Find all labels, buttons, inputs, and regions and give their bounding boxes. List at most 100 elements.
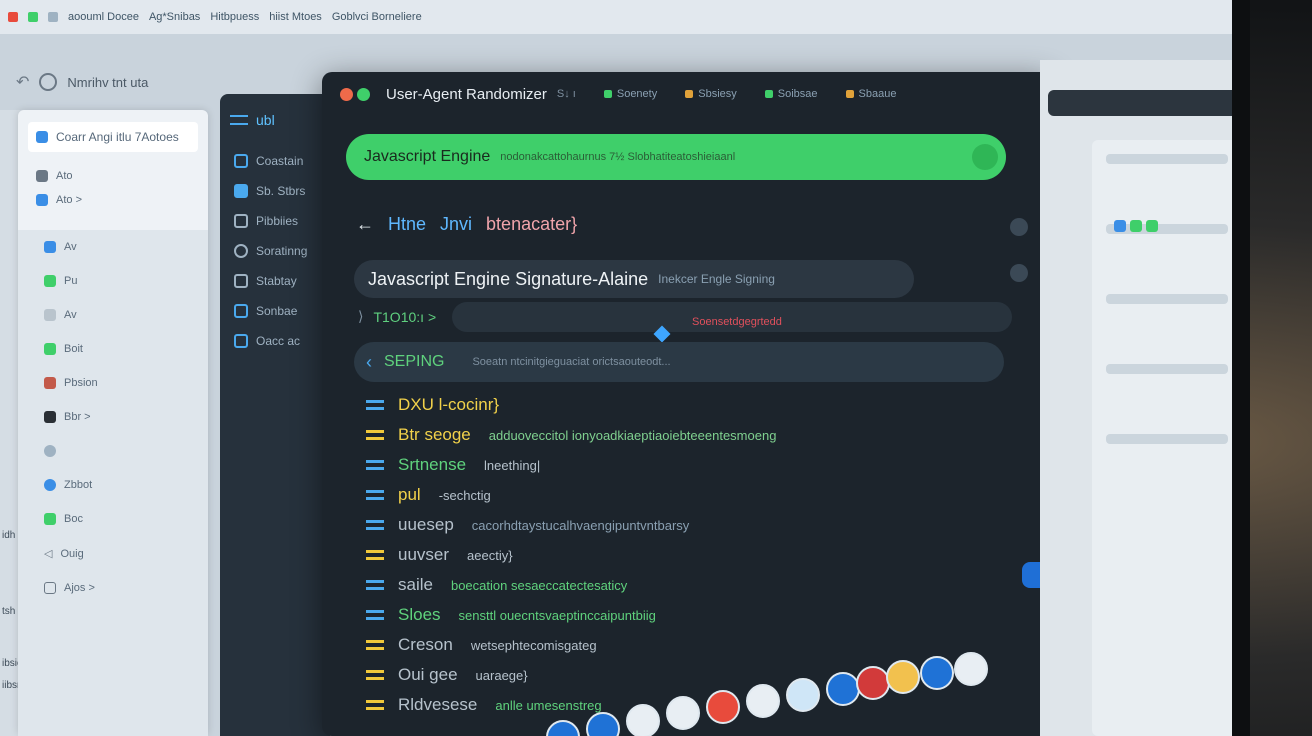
check-icon[interactable] [972,144,998,170]
finder-side-item-3[interactable]: Boit [18,332,208,366]
finder-search[interactable]: Coarr Angi itlu 7Aotoes [28,122,198,152]
mail-icon[interactable] [920,656,954,690]
minimize-button[interactable] [357,87,370,101]
share-icon [44,241,56,253]
folder-icon [36,170,48,182]
finder-side-item-1[interactable]: Pu [18,264,208,298]
app-menu-icon[interactable] [28,12,38,22]
status-icon [603,90,612,98]
list-icon [366,580,384,590]
app-icon[interactable] [826,672,860,706]
finder-side-item-8[interactable]: Boc [18,502,208,536]
globe-icon[interactable] [786,678,820,712]
chevron-left-icon[interactable]: ‹ [366,352,372,373]
share-icon [44,275,56,287]
finder-side-label: Av [64,241,77,253]
settings-icon[interactable] [954,652,988,686]
toolbar-item-0[interactable]: Soenety [603,88,658,100]
settings-icon[interactable] [1010,218,1028,236]
close-button[interactable] [340,87,353,101]
finder-side-item-10[interactable]: Ajos > [18,571,208,605]
right-search-pill[interactable] [1048,90,1232,116]
nav-item-0[interactable]: Coastain [220,146,330,176]
os-title-0[interactable]: aoouml Docee [68,11,139,23]
photos-icon[interactable] [666,696,700,730]
expand-icon[interactable]: ⟩ [358,308,363,325]
placeholder-bar [1106,364,1228,374]
toolbar-item-1[interactable]: Sbsiesy [685,88,737,100]
left-edge-label-0: idh [2,530,16,541]
finder-top-item-label: Ato [56,170,73,182]
list-item[interactable]: Srtnense lneething| [366,450,1026,480]
undo-icon[interactable]: ↶ [16,72,29,92]
os-title-2[interactable]: Hitbpuess [210,11,259,23]
finder-icon[interactable] [546,720,580,736]
nav-head[interactable]: ubl [220,94,330,146]
list-item[interactable]: pul -sechctig [366,480,1026,510]
finder-side-item-5[interactable]: Bbr > [18,400,208,434]
nav-item-5[interactable]: Sonbae [220,296,330,326]
list-icon [366,490,384,500]
nav-item-4[interactable]: Stabtay [220,266,330,296]
nav-head-label: ubl [256,112,275,128]
finder-side-item-4[interactable]: Pbsion [18,366,208,400]
list-item[interactable]: Sloes sensttl ouecntsvaeptinccaipuntbiig [366,600,1026,630]
list-icon [366,670,384,680]
shield-icon [234,334,248,348]
finder-side-item-0[interactable]: Av [18,230,208,264]
nav-item-3[interactable]: Soratinng [220,236,330,266]
status-icon [685,90,694,98]
finder-side-item-6[interactable] [18,434,208,468]
engine-banner[interactable]: Javascript Engine nodonakcattohaurnus 7½… [346,134,1006,180]
notes-icon[interactable] [886,660,920,694]
info-icon[interactable] [1010,264,1028,282]
apple-icon[interactable] [8,12,18,22]
clock-icon [44,445,56,457]
folder-icon [44,513,56,525]
finder-top-item-0[interactable]: Ato [18,164,208,188]
safari-icon[interactable] [746,684,780,718]
app-title-suffix: S↓ ı [556,88,576,100]
seping-row[interactable]: ‹ SEPING Soeatn ntcinitgieguaciat oricts… [354,342,1004,382]
finder-top-item-1[interactable]: Ato > [18,188,208,212]
app-icon[interactable] [1114,220,1126,232]
finder-side-item-9[interactable]: ◁ Ouig [18,536,208,571]
app-icon[interactable] [1130,220,1142,232]
circle-icon[interactable] [39,73,58,91]
toolbar-item-3[interactable]: Sbaaue [845,88,896,100]
banner-extra: nodonakcattohaurnus 7½ Slobhatiteatoshie… [500,151,736,163]
os-title-3[interactable]: hiist Mtoes [269,11,322,23]
list-item[interactable]: saile boecation sesaeccatectesaticy [366,570,1026,600]
finder-side-item-7[interactable]: Zbbot [18,468,208,502]
toolbar-item-label: Sbsiesy [698,88,737,100]
toolbar-item-2[interactable]: Soibsae [764,88,818,100]
nav-item-2[interactable]: Pibbiies [220,206,330,236]
toolbar-item-label: Soenety [616,88,658,100]
list-item[interactable]: uuesep cacorhdtaystucalhvaengipuntvntbars… [366,510,1026,540]
list-item[interactable]: DXU l-cocinr} [366,390,1026,420]
user-icon [44,377,56,389]
list-icon [366,400,384,410]
signature-bar[interactable]: Javascript Engine Signature-Alaine Inekc… [354,260,914,298]
list-item-desc: aeectiy} [467,547,513,563]
finder-side-label: Pbsion [64,377,98,389]
record-icon[interactable] [856,666,890,700]
file-icon [36,194,48,206]
users-icon[interactable] [586,712,620,736]
screen: aoouml Docee Ag*Snibas Hitbpuess hiist M… [0,0,1250,736]
wifi-icon[interactable] [48,12,58,22]
nav-item-1[interactable]: Sb. Stbrs [220,176,330,206]
nav-item-6[interactable]: Oacc ac [220,326,330,356]
os-title-1[interactable]: Ag*Snibas [149,11,200,23]
back-arrow-icon[interactable]: ← [356,214,374,235]
os-title-4[interactable]: Goblvci Borneliere [332,11,422,23]
list-item[interactable]: uuvser aeectiy} [366,540,1026,570]
finder-side-item-2[interactable]: Av [18,298,208,332]
store-icon[interactable] [626,704,660,736]
chrome-icon[interactable] [706,690,740,724]
app-window: User-Agent Randomizer S↓ ı Soenety Sbsie… [322,72,1052,736]
app-icon[interactable] [1146,220,1158,232]
menu-icon[interactable] [230,115,248,125]
finder-panel: Coarr Angi itlu 7Aotoes Ato Ato > Av Pu … [18,110,208,736]
list-item[interactable]: Btr seoge adduoveccitol ionyoadkiaeptiaoi… [366,420,1026,450]
